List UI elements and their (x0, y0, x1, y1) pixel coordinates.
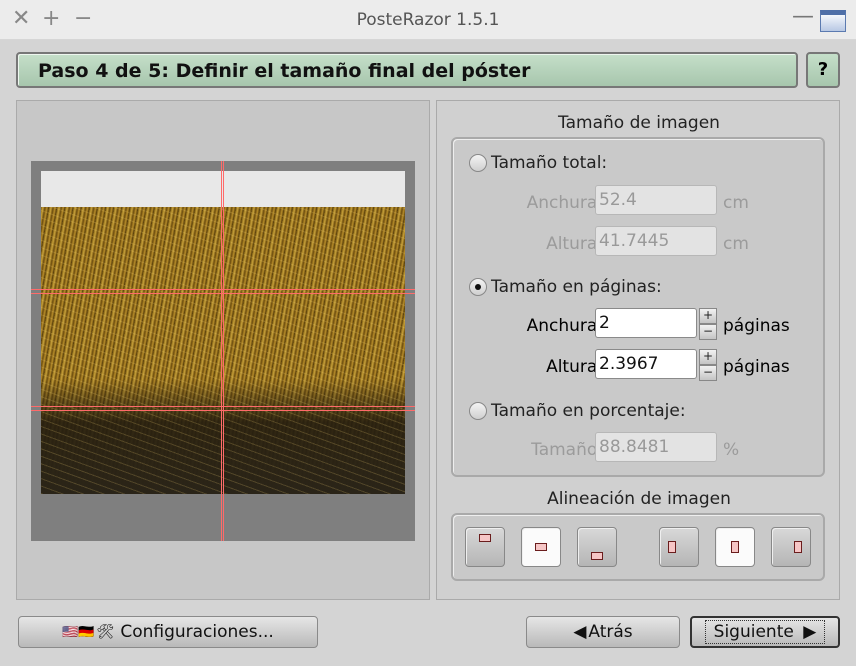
maximize-icon[interactable] (820, 10, 846, 32)
page-cut-line-horizontal-1 (31, 289, 415, 294)
radio-icon[interactable] (469, 402, 487, 420)
pages-width-label: Anchura: (526, 316, 603, 336)
total-height-label: Altura: (546, 234, 603, 254)
pages-height-unit: páginas (723, 357, 790, 377)
percent-size-input[interactable] (595, 432, 717, 462)
total-width-unit: cm (723, 193, 749, 213)
pages-width-input[interactable] (595, 308, 697, 338)
pages-height-label: Altura: (546, 357, 603, 377)
radio-selected-icon[interactable] (469, 278, 487, 296)
step-header: Paso 4 de 5: Definir el tamaño final del… (16, 52, 798, 88)
flags-icon: 🇺🇸🇩🇪 (62, 624, 95, 640)
pages-width-stepper[interactable]: + − (699, 308, 717, 340)
spin-down-icon[interactable]: − (699, 365, 717, 381)
settings-panel: Tamaño de imagen Tamaño total: Anchura: … (436, 100, 840, 600)
next-arrow-icon: ▶ (803, 622, 817, 642)
align-vcenter-icon (535, 543, 547, 551)
radio-percent-size[interactable]: Tamaño en porcentaje: (469, 401, 686, 421)
percent-size-label: Tamaño: (531, 440, 603, 460)
spin-up-icon[interactable]: + (699, 308, 717, 324)
align-left-button[interactable] (659, 527, 699, 567)
alignment-group (451, 513, 825, 581)
back-button-label: Atrás (588, 622, 633, 642)
radio-pages-size-label: Tamaño en páginas: (491, 277, 662, 297)
image-size-group: Tamaño total: Anchura: cm Altura: cm Tam… (451, 137, 825, 477)
align-hcenter-icon (731, 541, 739, 553)
total-width-label: Anchura: (526, 193, 603, 213)
pages-height-input[interactable] (595, 349, 697, 379)
align-hcenter-button[interactable] (715, 527, 755, 567)
percent-size-unit: % (723, 440, 740, 460)
help-button[interactable]: ? (806, 52, 840, 88)
total-width-input[interactable] (595, 185, 717, 215)
window-title: PosteRazor 1.5.1 (356, 10, 500, 30)
title-bar: ✕ + − PosteRazor 1.5.1 — (0, 0, 856, 40)
align-right-button[interactable] (771, 527, 811, 567)
tools-icon: 🛠 (96, 624, 115, 640)
align-bottom-icon (591, 552, 603, 560)
spin-up-icon[interactable]: + (699, 349, 717, 365)
alignment-heading: Alineación de imagen (547, 489, 731, 509)
total-height-unit: cm (723, 234, 749, 254)
radio-total-size[interactable]: Tamaño total: (469, 153, 607, 173)
align-vcenter-button[interactable] (521, 527, 561, 567)
next-button-label: Siguiente (713, 622, 794, 642)
page-cut-line-horizontal-2 (31, 406, 415, 411)
image-size-heading: Tamaño de imagen (558, 113, 720, 133)
back-button[interactable]: ◀ Atrás (526, 616, 680, 648)
main-window: Paso 4 de 5: Definir el tamaño final del… (0, 40, 856, 666)
radio-icon[interactable] (469, 154, 487, 172)
align-bottom-button[interactable] (577, 527, 617, 567)
poster-preview (16, 100, 430, 600)
settings-button-label: Configuraciones... (120, 622, 274, 642)
next-button-focus: Siguiente ▶ (704, 620, 826, 644)
align-left-icon (668, 541, 676, 553)
next-button[interactable]: Siguiente ▶ (690, 616, 840, 648)
page-cut-line-vertical (221, 161, 224, 541)
total-height-input[interactable] (595, 226, 717, 256)
radio-pages-size[interactable]: Tamaño en páginas: (469, 277, 662, 297)
pages-height-stepper[interactable]: + − (699, 349, 717, 381)
minimize-right-icon[interactable]: — (792, 4, 814, 29)
align-top-button[interactable] (465, 527, 505, 567)
radio-total-size-label: Tamaño total: (491, 153, 608, 173)
settings-button[interactable]: 🇺🇸🇩🇪 🛠 Configuraciones... (18, 616, 318, 648)
back-arrow-icon: ◀ (573, 622, 587, 642)
radio-percent-size-label: Tamaño en porcentaje: (491, 401, 686, 421)
align-right-icon (794, 541, 802, 553)
step-title: Paso 4 de 5: Definir el tamaño final del… (38, 60, 531, 82)
align-top-icon (479, 534, 491, 542)
pages-width-unit: páginas (723, 316, 790, 336)
spin-down-icon[interactable]: − (699, 324, 717, 340)
